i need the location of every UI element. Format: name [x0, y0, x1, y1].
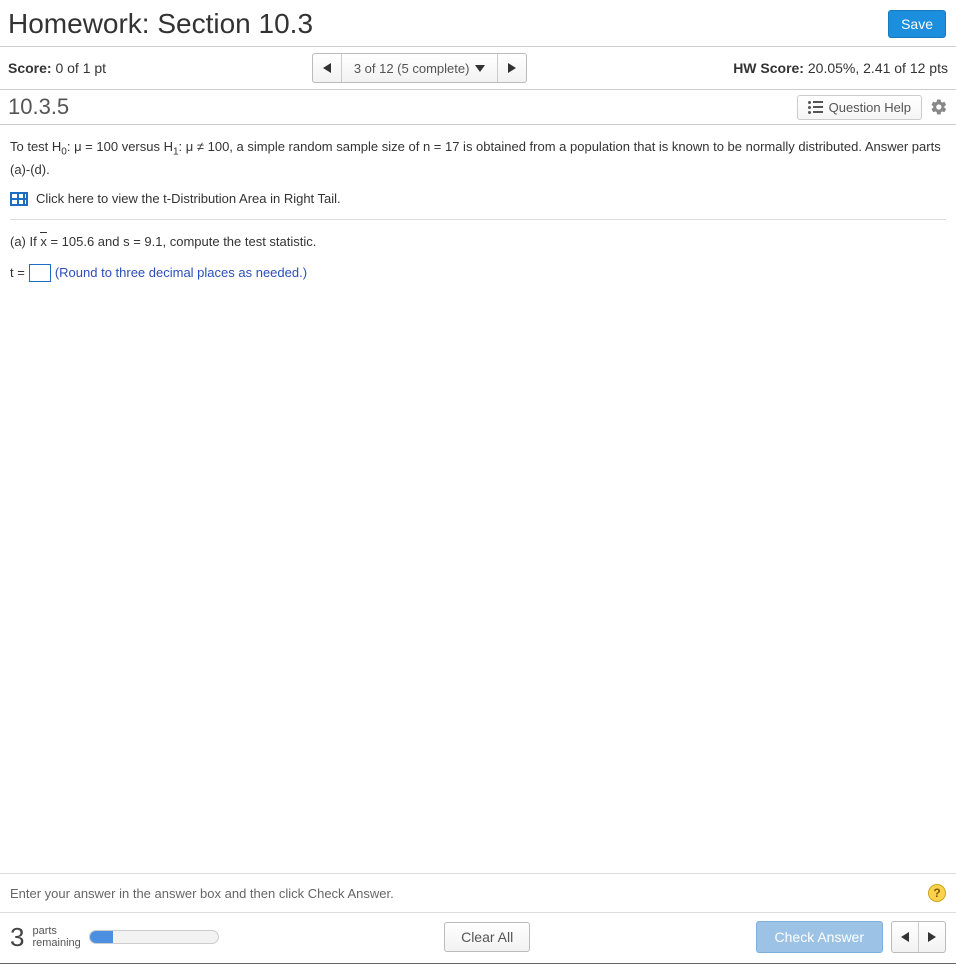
parts-count: 3 — [10, 922, 24, 953]
table-icon — [10, 192, 28, 206]
part-a-text: (a) If x = 105.6 and s = 9.1, compute th… — [10, 232, 946, 252]
chevron-left-icon — [323, 63, 331, 73]
bottom-nav — [891, 921, 946, 953]
clear-all-button[interactable]: Clear All — [444, 922, 530, 952]
hw-score-display: HW Score: 20.05%, 2.41 of 12 pts — [733, 60, 948, 76]
question-number: 10.3.5 — [8, 94, 69, 120]
question-pager: 3 of 12 (5 complete) — [312, 53, 528, 83]
score-label: Score: — [8, 60, 52, 76]
answer-instruction: Enter your answer in the answer box and … — [10, 886, 394, 901]
chevron-right-icon — [508, 63, 516, 73]
problem-content: To test H0: μ = 100 versus H1: μ ≠ 100, … — [0, 125, 956, 295]
chevron-left-icon — [901, 932, 909, 942]
nav-next-button[interactable] — [919, 922, 945, 952]
hw-score-label: HW Score: — [733, 60, 804, 76]
chevron-down-icon — [475, 65, 485, 72]
parts-remaining: 3 parts remaining — [10, 922, 219, 953]
x-bar: x — [40, 232, 47, 252]
progress-bar — [89, 930, 219, 944]
parts-label-2: remaining — [32, 937, 80, 949]
pager-next-button[interactable] — [498, 54, 526, 82]
question-help-button[interactable]: Question Help — [797, 95, 922, 120]
pager-prev-button[interactable] — [313, 54, 341, 82]
answer-input[interactable] — [29, 264, 51, 282]
pager-dropdown[interactable]: 3 of 12 (5 complete) — [342, 54, 498, 82]
save-button[interactable]: Save — [888, 10, 946, 38]
t-distribution-link[interactable]: Click here to view the t-Distribution Ar… — [36, 189, 341, 209]
help-button[interactable]: ? — [928, 884, 946, 902]
problem-intro: To test H0: μ = 100 versus H1: μ ≠ 100, … — [10, 137, 946, 179]
question-help-label: Question Help — [829, 100, 911, 115]
chevron-right-icon — [928, 932, 936, 942]
parts-label-1: parts — [32, 925, 80, 937]
text: (a) If — [10, 234, 40, 249]
t-label: t = — [10, 263, 25, 283]
text: = 105.6 and s = 9.1, compute the test st… — [47, 234, 317, 249]
score-display: Score: 0 of 1 pt — [8, 60, 106, 76]
gear-icon — [930, 98, 948, 116]
text: To test H — [10, 139, 61, 154]
check-answer-button[interactable]: Check Answer — [756, 921, 883, 953]
progress-fill — [90, 931, 113, 943]
hw-score-value: 20.05%, 2.41 of 12 pts — [808, 60, 948, 76]
score-value: 0 of 1 pt — [55, 60, 106, 76]
text: : μ = 100 versus H — [67, 139, 173, 154]
page-title: Homework: Section 10.3 — [8, 8, 313, 40]
pager-text: 3 of 12 (5 complete) — [354, 61, 470, 76]
rounding-hint: (Round to three decimal places as needed… — [55, 263, 307, 283]
nav-prev-button[interactable] — [892, 922, 918, 952]
settings-button[interactable] — [928, 96, 950, 118]
list-icon — [808, 101, 823, 114]
